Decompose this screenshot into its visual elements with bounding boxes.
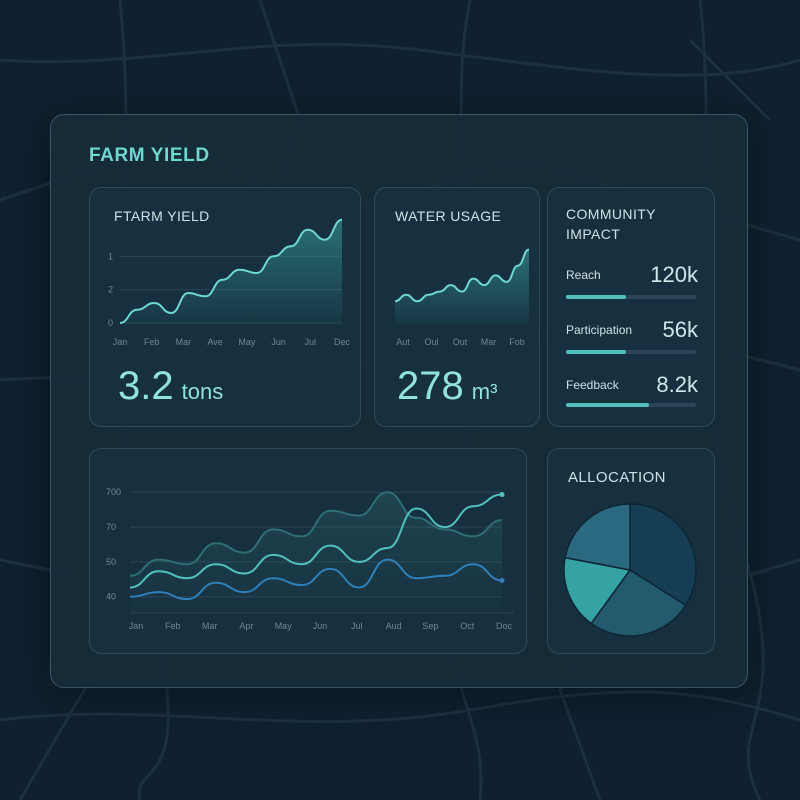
water-usage-number: 278 (397, 364, 464, 408)
dashboard-title: FARM YIELD (89, 145, 210, 166)
farm-yield-unit: tons (181, 379, 224, 404)
allocation-card: ALLOCATION (547, 448, 715, 654)
farm-yield-value: 3.2 tons (118, 366, 223, 412)
farm-yield-chart: 0 2 1 Jan Feb Mar Ave May Jun Jul Dec (108, 218, 351, 347)
farm-y-tick: 0 (108, 318, 113, 328)
feedback-value: 8.2k (656, 372, 698, 397)
dashboard-panel: FARM YIELD FTARM YIELD 0 2 1 Jan Feb Mar Ave Ma… (50, 114, 748, 688)
trend-y-tick: 50 (106, 557, 116, 567)
community-title-line1: COMMUNITY (566, 206, 656, 222)
farm-x-tick: Jun (271, 337, 286, 347)
trend-series-end-point (499, 492, 505, 498)
participation-progress-fill (566, 350, 626, 354)
trend-x-tick: Jan (129, 621, 144, 631)
water-x-tick: Aut (396, 337, 410, 347)
farm-x-tick: Dec (334, 337, 351, 347)
participation-label: Participation (566, 323, 633, 337)
water-usage-chart: Aut Oul Out Mar Fob (394, 248, 530, 347)
trend-chart-card: 40 50 70 700 Jan Feb Mar Apr May Jun Jul Aud Sep Oct D… (89, 448, 527, 654)
trend-series-end-point (499, 577, 505, 583)
farm-y-tick: 1 (108, 251, 113, 261)
farm-yield-number: 3.2 (118, 364, 174, 408)
farm-x-tick: Jul (305, 337, 317, 347)
pie-slice (564, 503, 631, 571)
trend-x-tick: Oct (460, 621, 475, 631)
farm-yield-card: FTARM YIELD 0 2 1 Jan Feb Mar Ave May Jun Jul Dec … (89, 187, 361, 427)
reach-progress-fill (566, 295, 626, 299)
community-title-line2: IMPACT (566, 226, 621, 242)
trend-area (130, 492, 502, 613)
trend-y-tick: 40 (106, 592, 116, 602)
community-impact-card: COMMUNITY IMPACT Reach 120k Participatio… (547, 187, 715, 427)
trend-x-tick: Doc (496, 621, 513, 631)
trend-y-tick: 700 (106, 487, 121, 497)
trend-line-chart: 40 50 70 700 Jan Feb Mar Apr May Jun Jul Aud Sep Oct D… (106, 487, 514, 631)
trend-x-tick: May (275, 621, 293, 631)
trend-x-tick: Apr (239, 621, 253, 631)
trend-x-tick: Sep (422, 621, 438, 631)
trend-x-tick: Aud (386, 621, 402, 631)
feedback-label: Feedback (566, 378, 619, 392)
feedback-progress-fill (566, 403, 650, 407)
farm-x-tick: Feb (144, 337, 160, 347)
water-x-tick: Oul (424, 337, 438, 347)
feedback-progress-track (566, 403, 696, 407)
trend-y-tick: 70 (106, 522, 116, 532)
water-usage-unit: m³ (471, 379, 498, 404)
water-x-tick: Fob (509, 337, 525, 347)
trend-x-tick: Feb (165, 621, 181, 631)
trend-x-tick: Mar (202, 621, 218, 631)
participation-progress-track (566, 350, 696, 354)
farm-x-tick: Jan (113, 337, 128, 347)
farm-x-tick: May (238, 337, 256, 347)
water-usage-card: WATER USAGE Aut Oul Out Mar Fob 278 m³ (374, 187, 540, 427)
trend-x-tick: Jul (351, 621, 363, 631)
water-usage-value: 278 m³ (397, 366, 497, 412)
farm-area (120, 219, 342, 323)
farm-x-tick: Mar (176, 337, 192, 347)
water-x-tick: Mar (481, 337, 497, 347)
reach-label: Reach (566, 268, 601, 282)
water-area (395, 249, 529, 324)
reach-value: 120k (650, 262, 698, 287)
farm-x-tick: Ave (207, 337, 222, 347)
reach-progress-track (566, 295, 696, 299)
trend-x-tick: Jun (313, 621, 328, 631)
water-x-tick: Out (453, 337, 468, 347)
farm-y-tick: 2 (108, 285, 113, 295)
allocation-pie-chart (563, 503, 697, 637)
participation-value: 56k (662, 317, 698, 342)
